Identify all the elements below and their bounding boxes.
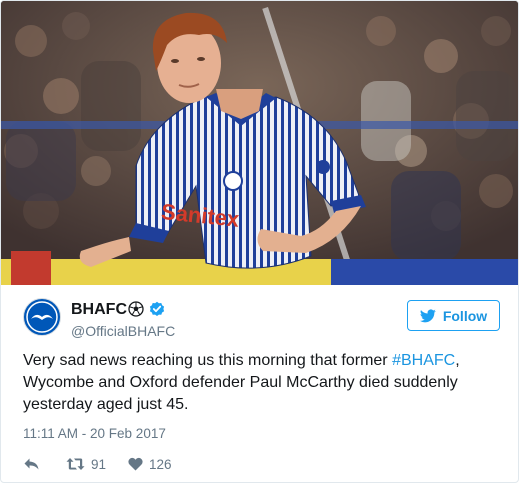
football-icon bbox=[128, 301, 144, 317]
reply-button[interactable] bbox=[23, 457, 40, 471]
tweet-text: Very sad news reaching us this morning t… bbox=[23, 350, 508, 416]
tweet-photo[interactable]: Sanitex bbox=[1, 1, 518, 285]
retweet-count: 91 bbox=[91, 456, 107, 472]
verified-icon bbox=[149, 301, 165, 316]
follow-button[interactable]: Follow bbox=[407, 300, 500, 331]
like-count: 126 bbox=[149, 456, 172, 472]
tweet-actions: 91 126 bbox=[23, 454, 172, 474]
follow-button-label: Follow bbox=[442, 307, 488, 324]
bird-icon bbox=[419, 308, 436, 322]
heart-icon bbox=[128, 457, 143, 471]
player-photo-illustration: Sanitex bbox=[1, 1, 518, 285]
tweet-card: Sanitex BHAFC @OfficialBHAFC Follow Very… bbox=[0, 0, 519, 483]
like-button[interactable]: 126 bbox=[128, 457, 172, 472]
account-handle[interactable]: @OfficialBHAFC bbox=[71, 323, 175, 339]
retweet-button[interactable]: 91 bbox=[66, 457, 106, 472]
seagull-crest-icon bbox=[26, 301, 58, 333]
tweet-text-part-1: Very sad news reaching us this morning t… bbox=[23, 352, 393, 369]
hashtag-link[interactable]: #BHAFC bbox=[392, 352, 455, 369]
account-display-name[interactable]: BHAFC bbox=[71, 301, 127, 319]
reply-icon bbox=[24, 458, 39, 470]
retweet-icon bbox=[66, 458, 85, 470]
account-avatar[interactable] bbox=[23, 298, 61, 336]
tweet-timestamp[interactable]: 11:11 AM - 20 Feb 2017 bbox=[23, 426, 166, 441]
